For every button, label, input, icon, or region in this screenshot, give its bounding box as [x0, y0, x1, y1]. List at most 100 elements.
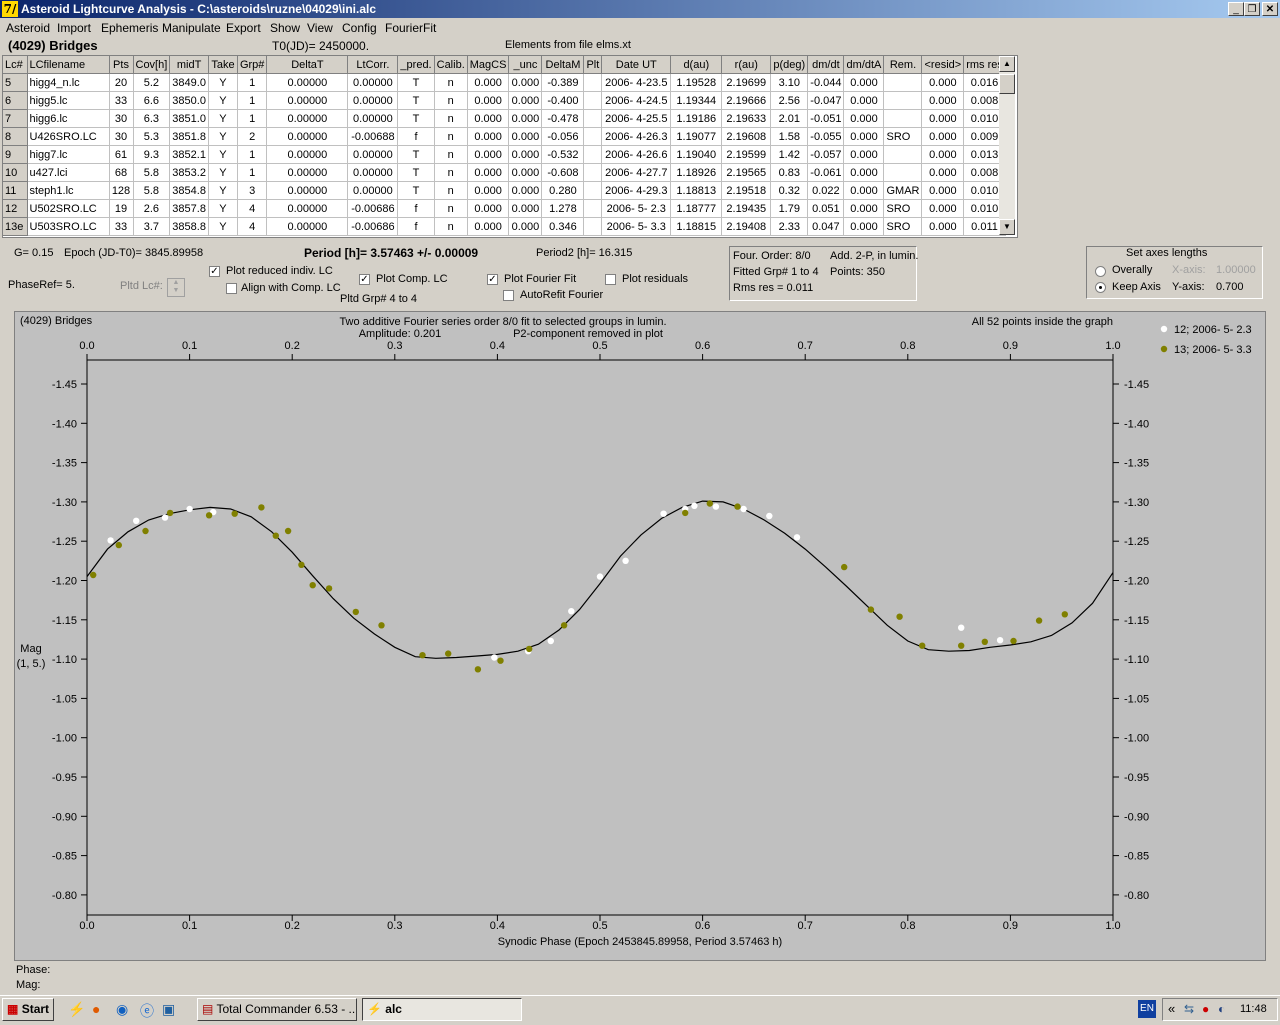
language-indicator[interactable]: EN	[1138, 1000, 1156, 1018]
data-point-series-12	[766, 512, 773, 520]
data-point-series-12	[660, 510, 667, 517]
volume-icon[interactable]: ◐	[1218, 1002, 1225, 1016]
total-commander-icon: ▤	[202, 1002, 214, 1016]
data-point-series-13	[115, 541, 123, 549]
data-point-series-13	[325, 585, 333, 592]
y-tick-label-right: -1.35	[1124, 458, 1149, 470]
antivirus-icon[interactable]: ●	[1202, 1002, 1209, 1016]
x-tick-label-top: 0.7	[798, 340, 813, 352]
y-tick-label-right: -1.25	[1124, 536, 1149, 548]
y-tick-label-right: -1.20	[1124, 576, 1149, 588]
x-tick-label-top: 0.4	[490, 340, 505, 352]
task-total-commander[interactable]: ▤ Total Commander 6.53 - ...	[197, 998, 357, 1021]
data-point-series-12	[622, 557, 629, 564]
data-point-series-12	[547, 637, 554, 645]
data-point-series-12	[712, 503, 720, 510]
x-tick-label-bottom: 0.3	[387, 920, 402, 932]
y-tick-label-right: -1.40	[1124, 418, 1149, 430]
alc-quicklaunch-icon[interactable]: ⚡	[68, 1001, 85, 1018]
data-point-series-12	[958, 624, 965, 631]
taskbar	[0, 995, 1280, 1025]
y-tick-label-right: -1.05	[1124, 693, 1149, 705]
task-alc[interactable]: ⚡ alc	[362, 998, 522, 1021]
y-tick-label-left: -1.30	[52, 497, 77, 509]
data-point-series-13	[309, 582, 316, 589]
data-point-series-13	[205, 512, 213, 519]
data-point-series-12	[491, 654, 498, 661]
tray-chevron-icon[interactable]: «	[1168, 1001, 1175, 1016]
y-tick-label-right: -1.15	[1124, 615, 1149, 627]
y-tick-label-right: -0.90	[1124, 811, 1149, 823]
y-tick-label-right: -1.30	[1124, 497, 1149, 509]
network-icon[interactable]: ⇆	[1184, 1002, 1194, 1016]
data-point-series-13	[706, 500, 713, 507]
x-tick-label-bottom: 0.1	[182, 920, 197, 932]
x-tick-label-top: 0.1	[182, 340, 197, 352]
x-tick-label-top: 0.5	[592, 340, 607, 352]
start-button[interactable]: ▦ Start	[2, 998, 54, 1021]
data-point-series-13	[419, 652, 426, 659]
x-tick-label-bottom: 0.6	[695, 920, 710, 932]
data-point-series-13	[284, 527, 292, 535]
windows-logo-icon: ▦	[7, 1002, 19, 1016]
data-point-series-13	[272, 532, 279, 539]
ie-icon[interactable]: ⓔ	[140, 1001, 154, 1021]
x-tick-label-top: 0.3	[387, 340, 402, 352]
x-tick-label-bottom: 0.4	[490, 920, 505, 932]
data-point-series-12	[740, 505, 747, 513]
data-point-series-13	[166, 509, 174, 517]
data-point-series-13	[981, 638, 988, 645]
task-alc-label: alc	[385, 1002, 402, 1016]
x-tick-label-bottom: 0.5	[592, 920, 607, 932]
data-point-series-13	[560, 622, 568, 629]
data-point-series-13	[445, 650, 452, 657]
y-axis-label-1: Mag	[20, 643, 41, 655]
y-tick-label-left: -0.85	[52, 851, 77, 863]
y-tick-label-right: -0.80	[1124, 890, 1149, 902]
y-tick-label-left: -1.35	[52, 458, 77, 470]
y-tick-label-right: -1.45	[1124, 379, 1149, 391]
data-point-series-13	[378, 622, 385, 629]
plot-desc-3: P2-component removed in plot	[513, 328, 663, 340]
y-tick-label-left: -1.20	[52, 576, 77, 588]
x-tick-label-top: 0.2	[285, 340, 300, 352]
legend-label-12: 12; 2006- 5- 2.3	[1174, 324, 1252, 336]
media-icon[interactable]: ◉	[116, 1001, 128, 1018]
x-tick-label-bottom: 0.7	[798, 920, 813, 932]
data-point-series-12	[691, 502, 698, 509]
firefox-icon[interactable]: ●	[92, 1001, 100, 1017]
plot-frame	[86, 359, 1114, 916]
y-tick-label-left: -1.10	[52, 654, 77, 666]
data-point-series-13	[841, 563, 848, 571]
data-point-series-12	[107, 537, 114, 544]
x-tick-label-top: 0.6	[695, 340, 710, 352]
y-tick-label-left: -0.80	[52, 890, 77, 902]
y-tick-label-left: -1.40	[52, 418, 77, 430]
data-point-series-13	[258, 504, 265, 511]
data-point-series-13	[958, 642, 965, 649]
phase-readout-label: Phase:	[16, 964, 51, 976]
y-tick-label-left: -0.90	[52, 811, 77, 823]
data-point-series-13	[231, 510, 238, 517]
data-point-series-13	[867, 606, 875, 613]
data-point-series-13	[474, 666, 482, 673]
plot-desc-1: Two additive Fourier series order 8/0 fi…	[339, 316, 666, 328]
lightcurve-chart: (4029) Bridges Two additive Fourier seri…	[17, 315, 1252, 948]
legend-label-13: 13; 2006- 5- 3.3	[1174, 344, 1252, 356]
data-point-series-13	[682, 509, 689, 517]
data-point-series-13	[90, 571, 97, 579]
y-tick-label-left: -1.25	[52, 536, 77, 548]
x-tick-label-top: 1.0	[1105, 340, 1120, 352]
data-point-series-13	[497, 657, 504, 664]
start-label: Start	[21, 1002, 50, 1016]
data-point-series-13	[1035, 617, 1043, 624]
data-point-series-13	[1010, 637, 1017, 645]
data-point-series-12	[186, 505, 193, 513]
data-point-series-12	[568, 608, 575, 615]
legend-marker-12	[1160, 325, 1168, 333]
clock: 11:48	[1240, 1003, 1267, 1015]
x-tick-label-top: 0.9	[1003, 340, 1018, 352]
data-point-series-12	[793, 534, 801, 541]
desktop-icon[interactable]: ▣	[162, 1001, 175, 1018]
y-tick-label-left: -1.05	[52, 693, 77, 705]
